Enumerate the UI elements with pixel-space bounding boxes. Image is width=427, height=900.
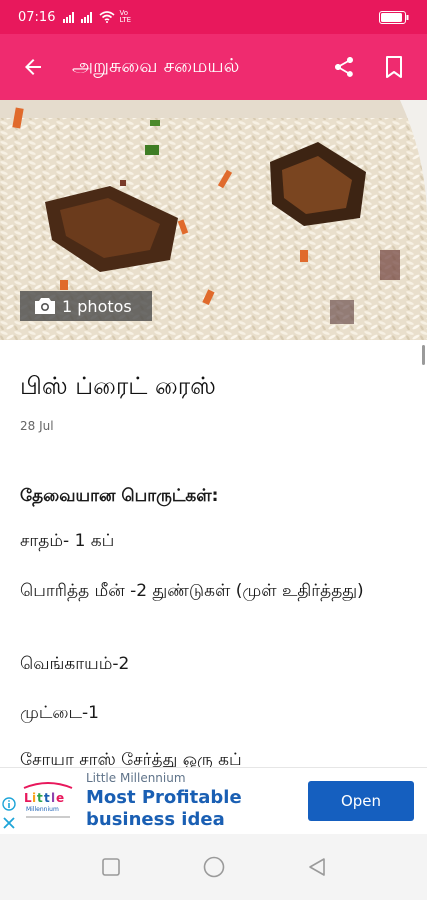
wifi-icon: [99, 11, 115, 23]
little-millennium-logo: L i t t l e Millennium: [23, 782, 73, 818]
battery-icon: [379, 10, 409, 24]
ingredients-heading: தேவையான பொருட்கள்:: [20, 486, 219, 506]
camera-icon: [35, 298, 55, 314]
svg-text:i: i: [32, 791, 36, 805]
ingredient-item: வெங்காயம்-2: [20, 654, 130, 674]
volte-label: Vo LTE: [119, 9, 132, 24]
recents-icon[interactable]: [101, 858, 120, 876]
ad-banner[interactable]: L i t t l e Millennium Little Millennium…: [0, 767, 427, 835]
signal-strength-2-icon: [81, 11, 93, 23]
arrow-back-icon: [25, 59, 41, 75]
share-icon: [335, 57, 353, 77]
svg-text:Millennium: Millennium: [26, 806, 59, 813]
recipe-title: பிஸ் ப்ரைட் ரைஸ்: [20, 372, 216, 400]
svg-text:l: l: [51, 791, 55, 805]
status-bar: 07:16 Vo LTE: [0, 0, 427, 34]
status-time: 07:16: [18, 9, 56, 25]
system-nav-bar: [0, 834, 427, 900]
svg-text:t: t: [44, 791, 50, 805]
back-nav-icon[interactable]: [308, 857, 326, 877]
svg-text:e: e: [56, 791, 64, 805]
ad-headline[interactable]: Most Profitable business idea: [86, 787, 276, 831]
bookmark-button[interactable]: [369, 34, 419, 100]
bookmark-icon: [386, 56, 402, 78]
back-button[interactable]: [0, 34, 66, 100]
svg-text:t: t: [37, 791, 43, 805]
home-icon[interactable]: [203, 856, 225, 878]
ingredient-item: முட்டை-1: [20, 703, 99, 723]
ingredient-item: பொரித்த மீன் -2 துண்டுகள் (முள் உதிர்த்த…: [20, 581, 364, 601]
app-title: அறுசுவை சமையல்: [72, 54, 240, 77]
signal-icons: Vo LTE: [63, 10, 137, 24]
ad-open-button[interactable]: Open: [308, 781, 414, 821]
scrollbar[interactable]: [422, 345, 425, 365]
ad-brand: Little Millennium: [86, 771, 186, 785]
ingredient-item: சாதம்- 1 கப்: [20, 531, 115, 551]
recipe-date: 28 Jul: [20, 419, 54, 433]
svg-text:L: L: [24, 791, 32, 805]
photo-count-badge[interactable]: 1 photos: [20, 291, 152, 321]
ad-info-icon[interactable]: [2, 797, 16, 811]
photo-count-label: 1 photos: [62, 296, 132, 316]
app-bar: அறுசுவை சமையல்: [0, 34, 427, 100]
signal-strength-icon: [63, 11, 75, 23]
ad-close-icon[interactable]: [3, 817, 15, 829]
share-button[interactable]: [319, 34, 369, 100]
